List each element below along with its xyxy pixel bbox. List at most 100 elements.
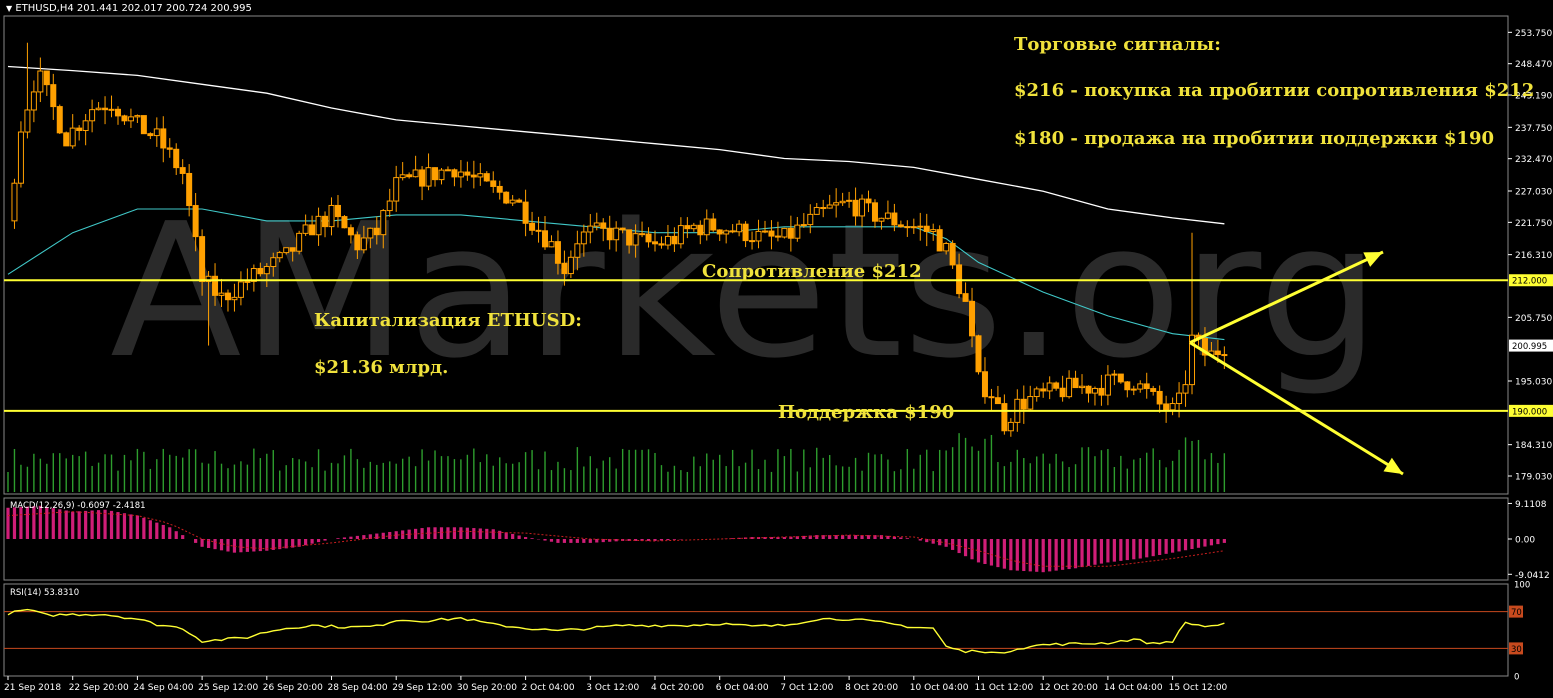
candle-body — [1007, 421, 1014, 432]
time-axis-label: 21 Sep 2018 — [4, 683, 61, 693]
candle-body — [768, 230, 775, 237]
candle-body — [380, 210, 387, 236]
candle-body — [1091, 387, 1098, 394]
candle-body — [1221, 354, 1228, 357]
price-axis-label: 179.030 — [1515, 473, 1552, 483]
candle-body — [871, 202, 878, 222]
time-axis-label: 6 Oct 04:00 — [716, 683, 769, 693]
candle-body — [761, 230, 768, 233]
time-axis-label: 26 Sep 20:00 — [263, 683, 323, 693]
candle-body — [839, 200, 846, 204]
time-axis-label: 12 Oct 20:00 — [1039, 683, 1098, 693]
candle-body — [1137, 383, 1144, 390]
candle-body — [1176, 392, 1183, 405]
candle-body — [626, 229, 633, 246]
macd-title: MACD(12,26,9) -0.6097 -2.4181 — [10, 501, 146, 511]
candle-body — [554, 241, 561, 264]
candle-body — [542, 230, 549, 248]
candle-body — [270, 257, 277, 268]
candle-body — [645, 233, 652, 243]
candle-body — [244, 280, 251, 283]
candle-body — [865, 198, 872, 204]
support-price-tag-label: 190.000 — [1512, 407, 1547, 417]
candle-body — [147, 133, 154, 137]
time-axis-label: 14 Oct 04:00 — [1104, 683, 1163, 693]
candle-body — [755, 230, 762, 242]
candle-body — [781, 227, 788, 238]
candle-body — [483, 173, 490, 182]
candle-body — [1124, 381, 1131, 391]
candle-body — [63, 132, 70, 147]
time-axis-label: 10 Oct 04:00 — [910, 683, 969, 693]
candle-body — [276, 252, 283, 259]
candle-body — [1150, 388, 1157, 392]
candle-body — [367, 227, 374, 239]
candle-body — [1020, 398, 1027, 410]
candle-body — [852, 199, 859, 217]
candle-body — [548, 241, 555, 248]
candle-body — [1040, 388, 1047, 392]
candle-body — [289, 247, 296, 252]
candle-body — [567, 256, 574, 275]
candle-body — [1214, 350, 1221, 356]
capitalization-value: $21.36 млрд. — [314, 357, 449, 378]
candle-body — [658, 243, 665, 246]
time-axis-label: 28 Sep 04:00 — [328, 683, 388, 693]
candle-body — [432, 167, 439, 181]
candle-body — [1130, 388, 1137, 391]
candle-body — [949, 242, 956, 266]
pane-frame-2 — [3, 497, 1509, 581]
resistance-label: Сопротивление $212 — [702, 261, 922, 282]
candle-body — [936, 229, 943, 252]
candle-body — [652, 241, 658, 245]
rsi-axis-label: 100 — [1514, 581, 1530, 591]
candle-body — [587, 225, 594, 233]
price-axis-label: 227.030 — [1515, 187, 1552, 197]
candle-body — [1027, 396, 1034, 410]
candle-body — [561, 262, 568, 275]
candle-body — [354, 234, 361, 251]
current-price-label: 200.995 — [1512, 342, 1547, 352]
candle-body — [1066, 377, 1073, 398]
candle-body — [807, 213, 814, 226]
pane-frame-3 — [3, 583, 1509, 677]
candle-body — [969, 300, 976, 337]
candle-body — [509, 199, 516, 204]
candle-body — [412, 169, 419, 178]
candle-body — [736, 223, 743, 233]
candle-body — [516, 199, 523, 203]
candle-body — [464, 171, 471, 176]
candle-body — [503, 191, 510, 204]
candle-body — [522, 201, 529, 224]
candle-body — [632, 233, 639, 246]
candle-body — [406, 174, 413, 178]
candle-body — [800, 224, 807, 227]
candle-body — [1163, 403, 1170, 411]
candle-body — [994, 397, 1001, 405]
candle-body — [69, 127, 76, 147]
price-axis-label: 232.470 — [1515, 155, 1552, 165]
candle-body — [613, 227, 620, 241]
candle-body — [419, 169, 426, 187]
candle-body — [257, 268, 264, 275]
candle-body — [884, 212, 891, 219]
candle-body — [619, 227, 626, 231]
time-axis-label: 2 Oct 04:00 — [522, 683, 575, 693]
candle-body — [975, 335, 982, 373]
candle-body — [962, 293, 969, 302]
time-axis-label: 4 Oct 20:00 — [651, 683, 704, 693]
time-axis-label: 7 Oct 12:00 — [780, 683, 833, 693]
candle-body — [833, 202, 840, 206]
candle-body — [600, 222, 607, 229]
candle-body — [386, 200, 393, 212]
candle-body — [923, 225, 930, 233]
time-axis-label: 8 Oct 20:00 — [845, 683, 898, 693]
candle-body — [742, 223, 749, 242]
rsi-line — [7, 608, 1225, 654]
candle-body — [108, 108, 115, 111]
candle-body — [1033, 388, 1040, 398]
candle-body — [1098, 387, 1105, 396]
candle-body — [943, 242, 950, 252]
candle-body — [315, 215, 322, 236]
candle-body — [393, 177, 400, 202]
